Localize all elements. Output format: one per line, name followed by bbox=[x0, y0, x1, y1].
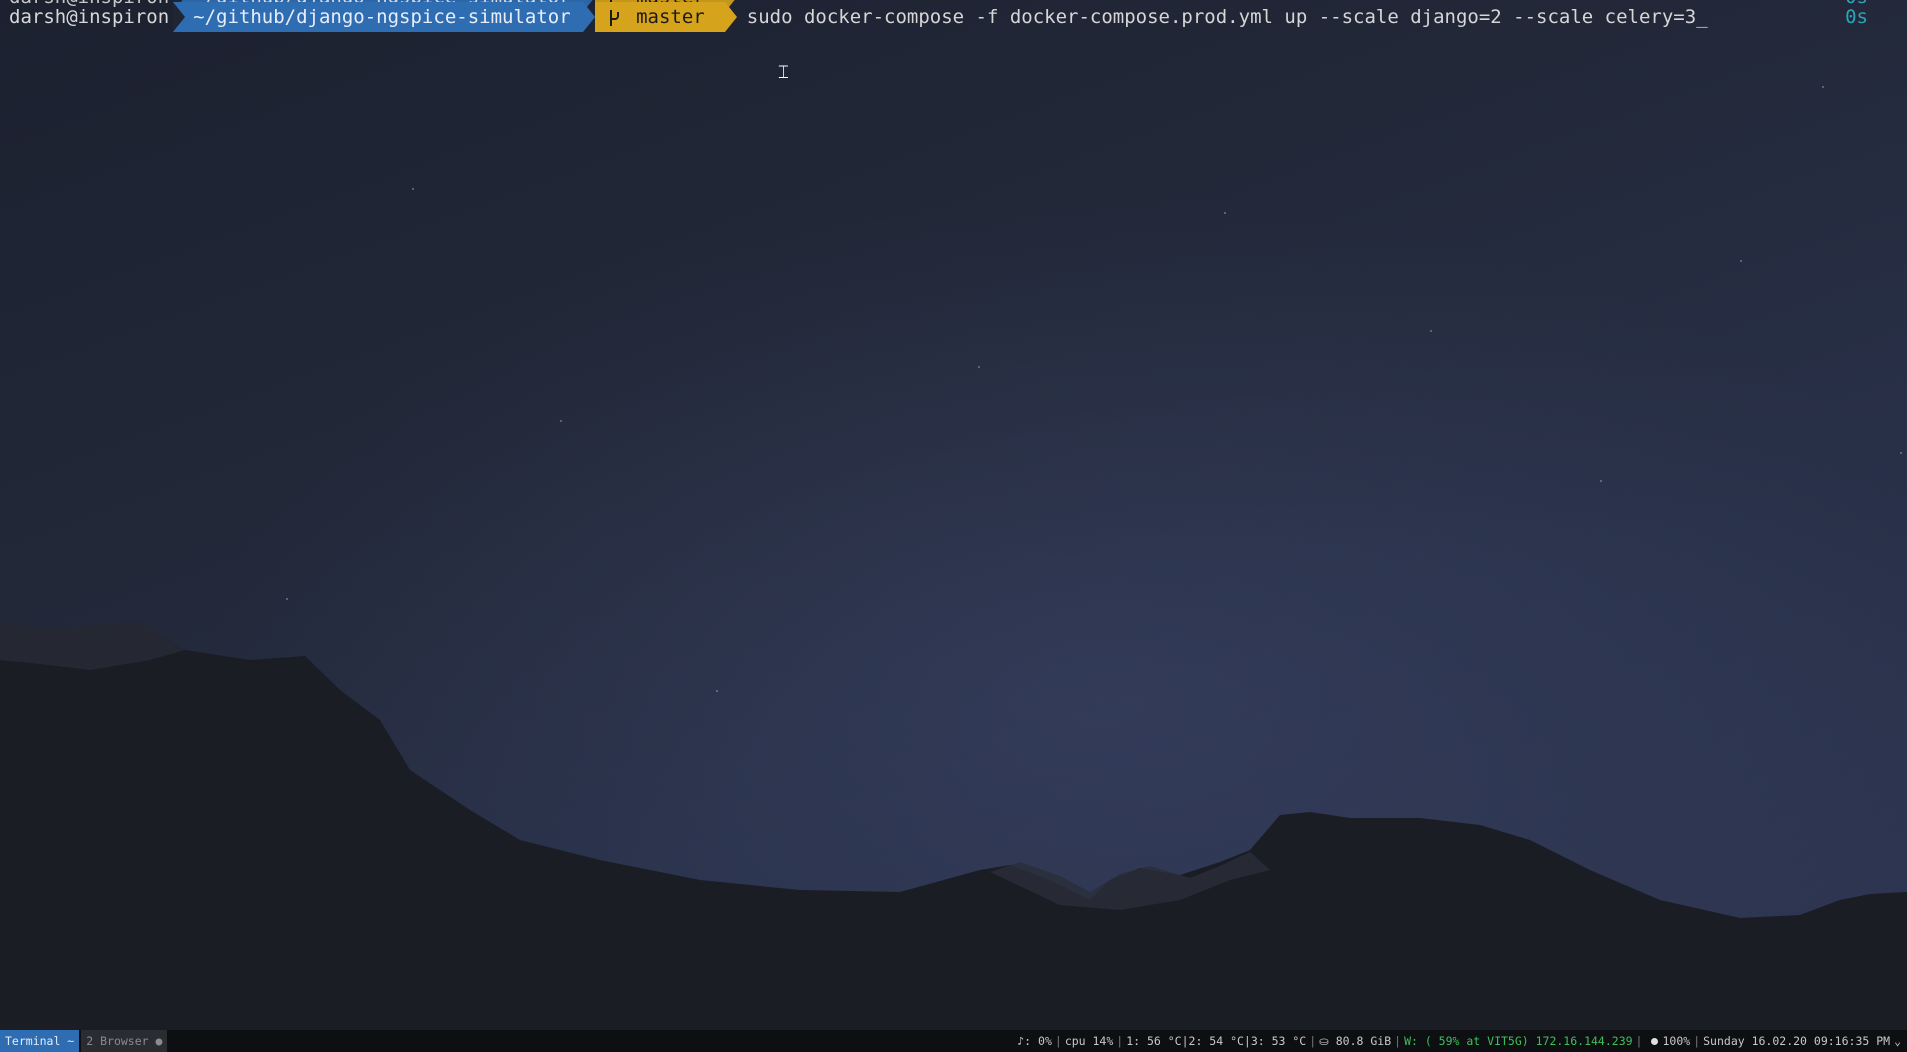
temperature-status: 1: 56 °C|2: 54 °C|3: 53 °C bbox=[1126, 1034, 1307, 1048]
terminal-cursor: _ bbox=[1696, 6, 1708, 28]
prompt-branch: master bbox=[636, 6, 705, 28]
disk-status: ⛀ 80.8 GiB bbox=[1319, 1034, 1392, 1048]
command-input[interactable]: sudo docker-compose -f docker-compose.pr… bbox=[737, 6, 1696, 28]
wifi-status: W: ( 59% at VIT5G) 172.16.144.239 bbox=[1404, 1034, 1633, 1048]
status-info: ♪: 0% | cpu 14% | 1: 56 °C|2: 54 °C|3: 5… bbox=[1017, 1034, 1901, 1048]
workspace-terminal[interactable]: Terminal ~ bbox=[0, 1030, 80, 1052]
text-cursor-icon: ⌶ bbox=[778, 62, 789, 83]
prompt-path: ~/github/django-ngspice-simulator bbox=[193, 6, 571, 28]
prompt-user: darsh@inspiron bbox=[9, 6, 170, 28]
workspace-browser[interactable]: 2 Browser ● bbox=[81, 1030, 168, 1052]
prompt-branch-segment: master bbox=[594, 2, 725, 32]
battery-icon bbox=[1651, 1037, 1659, 1045]
current-prompt-line[interactable]: darsh@inspiron ~/github/django-ngspice-s… bbox=[0, 2, 1708, 32]
chevron-down-icon[interactable]: ⌄ bbox=[1890, 1034, 1901, 1048]
battery-status: 100% bbox=[1662, 1034, 1691, 1048]
powerline-separator bbox=[582, 2, 595, 32]
git-branch-icon bbox=[607, 8, 619, 28]
prompt-path-segment: ~/github/django-ngspice-simulator bbox=[173, 2, 583, 32]
prompt-timer: 0s bbox=[1845, 6, 1868, 28]
mountain-silhouette bbox=[0, 622, 1907, 1052]
status-bar: Terminal ~ 2 Browser ● ♪: 0% | cpu 14% |… bbox=[0, 1030, 1907, 1052]
powerline-separator bbox=[724, 2, 737, 32]
volume-status: ♪: 0% bbox=[1017, 1034, 1052, 1048]
datetime-status: Sunday 16.02.20 09:16:35 PM bbox=[1703, 1034, 1891, 1048]
cpu-status: cpu 14% bbox=[1064, 1034, 1114, 1048]
